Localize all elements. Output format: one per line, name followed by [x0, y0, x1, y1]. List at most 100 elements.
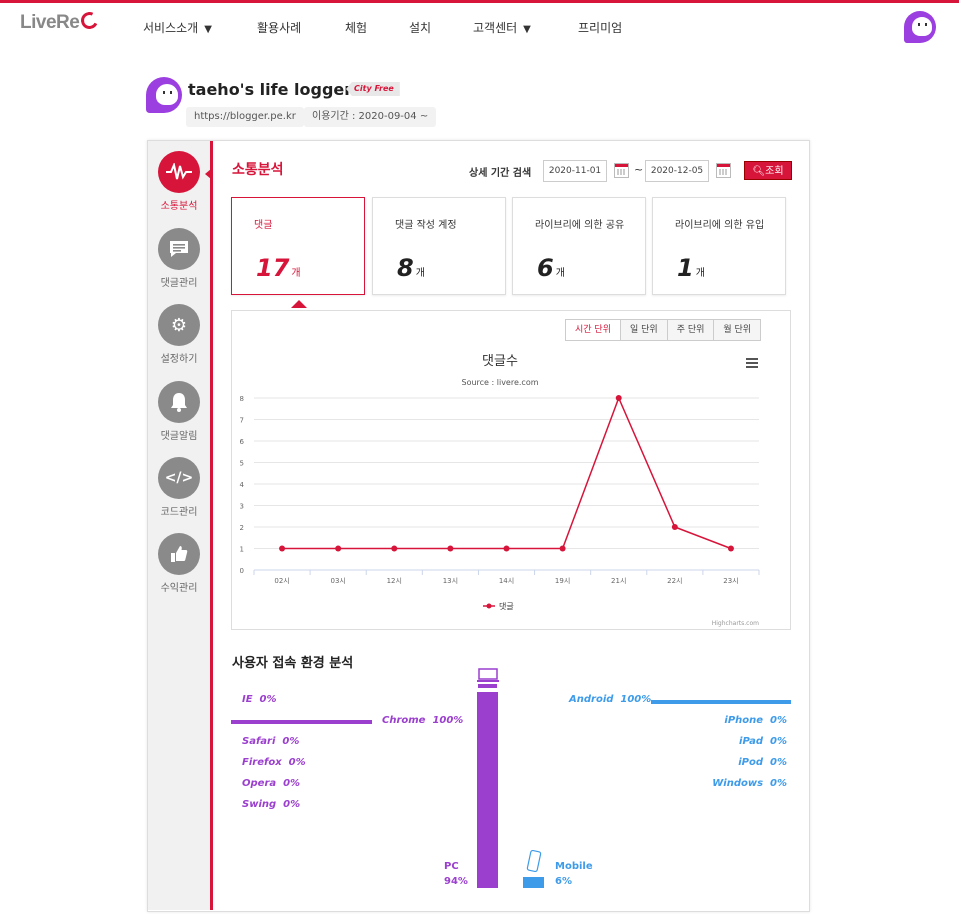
browser-pct: 0%: [288, 757, 306, 768]
stat-unit: 개: [415, 268, 425, 279]
stat-value: 17 개: [256, 254, 301, 282]
sidebar-item-notifications[interactable]: 댓글알림: [148, 381, 210, 442]
os-name: iPod: [738, 757, 764, 768]
sidebar-item-label: 댓글관리: [160, 278, 198, 289]
sidebar-item-label: 수익관리: [160, 583, 198, 594]
user-avatar-icon[interactable]: [904, 11, 936, 43]
nav-use-cases[interactable]: 활용사례: [257, 19, 301, 36]
pulse-icon: [158, 151, 200, 193]
android-bar: [651, 700, 791, 704]
pc-marker: [478, 684, 497, 688]
browser-name: Chrome: [382, 715, 426, 726]
nav-install[interactable]: 설치: [409, 19, 431, 36]
stat-label: 라이브리에 의한 유입: [675, 220, 765, 231]
stat-card-shares[interactable]: 라이브리에 의한 공유 6개: [512, 197, 646, 295]
nav-service-intro[interactable]: 서비스소개 ▼: [143, 19, 212, 36]
sidebar: 소통분석 댓글관리 ⚙ 설정하기 댓글알림 </> 코드관리 수익관리: [148, 141, 213, 910]
stat-number: 17: [256, 254, 290, 282]
os-android: Android 100%: [569, 694, 651, 705]
browser-pct: 100%: [432, 715, 464, 726]
os-pct: 0%: [770, 778, 787, 789]
sidebar-item-code[interactable]: </> 코드관리: [148, 457, 210, 518]
tab-hourly[interactable]: 시간 단위: [565, 319, 621, 341]
os-pct: 0%: [770, 715, 787, 726]
browser-name: Firefox: [242, 757, 282, 768]
browser-pct: 0%: [282, 736, 300, 747]
stat-value: 6개: [537, 254, 565, 282]
site-title: taeho's life logger: [188, 80, 353, 99]
os-ipod: iPod 0%: [738, 757, 787, 768]
sidebar-item-comments[interactable]: 댓글관리: [148, 228, 210, 289]
date-from-input[interactable]: 2020-11-01: [543, 160, 607, 182]
top-accent-line: [0, 0, 959, 3]
date-separator: ~: [634, 163, 644, 176]
sidebar-item-analytics[interactable]: 소통분석: [148, 151, 210, 212]
sidebar-active-pointer: [205, 169, 211, 179]
calendar-icon[interactable]: [614, 163, 629, 178]
nav-premium[interactable]: 프리미엄: [578, 19, 622, 36]
date-to-input[interactable]: 2020-12-05: [645, 160, 709, 182]
date-range-label: 상세 기간 검색: [469, 168, 532, 179]
browser-name: Safari: [242, 736, 276, 747]
time-unit-tabs: 시간 단위 일 단위 주 단위 월 단위: [565, 319, 762, 341]
tab-monthly[interactable]: 월 단위: [713, 319, 762, 341]
nav-trial[interactable]: 체험: [345, 19, 367, 36]
section-title: 소통분석: [232, 162, 284, 178]
browser-swing: Swing 0%: [242, 799, 300, 810]
stat-label: 댓글: [254, 220, 273, 231]
chart-container: [231, 310, 791, 630]
browser-safari: Safari 0%: [242, 736, 299, 747]
chart-menu-icon[interactable]: [746, 358, 758, 368]
tab-daily[interactable]: 일 단위: [619, 319, 668, 341]
stat-card-comments[interactable]: 댓글 17 개: [231, 197, 365, 295]
pc-label: PC: [444, 861, 459, 872]
env-analysis-title: 사용자 접속 환경 분석: [232, 656, 354, 671]
sidebar-item-label: 설정하기: [160, 354, 198, 365]
stat-value: 1개: [677, 254, 705, 282]
stat-unit: 개: [291, 268, 301, 279]
pc-pct: 94%: [444, 876, 468, 887]
mobile-pct: 6%: [555, 876, 572, 887]
sidebar-item-label: 댓글알림: [160, 431, 198, 442]
stat-label: 댓글 작성 계정: [395, 220, 457, 231]
nav-label: 고객센터: [473, 21, 518, 35]
browser-name: Opera: [242, 778, 277, 789]
pc-share-bar: [477, 692, 498, 888]
stat-value: 8개: [397, 254, 425, 282]
nav-label: 서비스소개: [143, 21, 199, 35]
sidebar-item-revenue[interactable]: 수익관리: [148, 533, 210, 594]
os-pct: 0%: [770, 757, 787, 768]
caret-down-icon: ▼: [523, 24, 531, 35]
laptop-icon: [477, 668, 499, 682]
sidebar-item-settings[interactable]: ⚙ 설정하기: [148, 304, 210, 365]
os-name: iPad: [739, 736, 764, 747]
os-name: iPhone: [724, 715, 764, 726]
nav-customer-center[interactable]: 고객센터 ▼: [473, 19, 531, 36]
stat-card-accounts[interactable]: 댓글 작성 계정 8개: [372, 197, 506, 295]
sidebar-item-label: 소통분석: [160, 201, 198, 212]
site-url[interactable]: https://blogger.pe.kr: [186, 107, 304, 127]
os-name: Android: [569, 694, 614, 705]
stat-number: 6: [537, 254, 554, 282]
tab-weekly[interactable]: 주 단위: [666, 319, 715, 341]
calendar-icon[interactable]: [716, 163, 731, 178]
logo-text: LiveRe: [20, 12, 80, 33]
livere-logo[interactable]: LiveRe: [20, 9, 101, 34]
os-windows: Windows 0%: [712, 778, 787, 789]
stat-label: 라이브리에 의한 공유: [535, 220, 625, 231]
os-iphone: iPhone 0%: [724, 715, 787, 726]
browser-pct: 0%: [259, 694, 277, 705]
stat-card-inflow[interactable]: 라이브리에 의한 유입 1개: [652, 197, 786, 295]
search-button[interactable]: 🔍︎조회: [744, 161, 792, 180]
os-pct: 0%: [770, 736, 787, 747]
mobile-share-bar: [523, 877, 544, 888]
browser-name: IE: [242, 694, 253, 705]
browser-pct: 0%: [283, 799, 301, 810]
code-icon: </>: [158, 457, 200, 499]
site-avatar-icon: [146, 77, 182, 113]
os-ipad: iPad 0%: [739, 736, 787, 747]
stat-unit: 개: [555, 268, 565, 279]
gear-icon: ⚙: [158, 304, 200, 346]
browser-pct: 0%: [283, 778, 301, 789]
browser-firefox: Firefox 0%: [242, 757, 306, 768]
